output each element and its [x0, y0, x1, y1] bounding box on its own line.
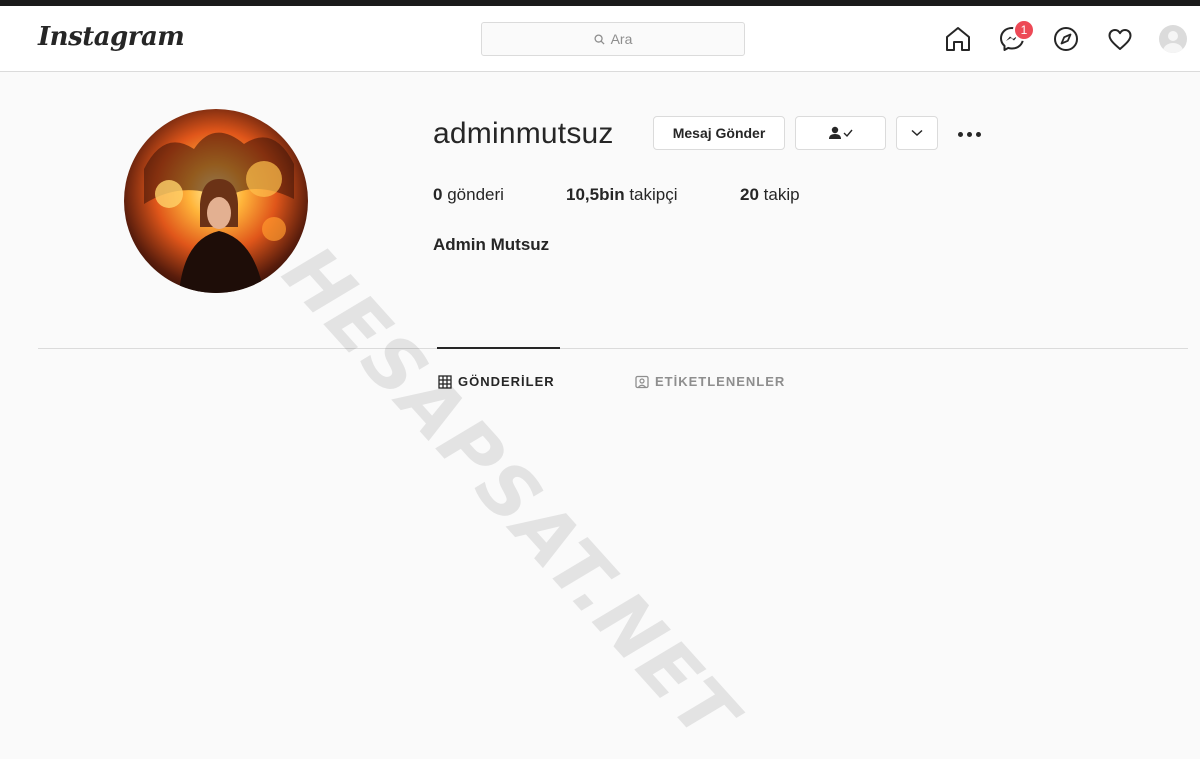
grid-icon	[438, 374, 452, 389]
active-tab-indicator	[437, 347, 560, 349]
following-button[interactable]	[795, 116, 886, 150]
explore-icon[interactable]	[1051, 24, 1081, 54]
tab-tagged-label: ETİKETLENENLER	[655, 374, 786, 389]
posts-count: 0	[433, 185, 443, 204]
followers-stat[interactable]: 10,5bin takipçi	[566, 185, 678, 205]
chevron-down-icon	[911, 129, 923, 137]
profile-picture	[124, 109, 308, 293]
suggestions-dropdown-button[interactable]	[896, 116, 938, 150]
tab-posts-label: GÖNDERİLER	[458, 374, 555, 389]
home-icon[interactable]	[943, 24, 973, 54]
instagram-logo[interactable]: Instagram	[38, 22, 185, 52]
profile-full-name: Admin Mutsuz	[433, 235, 550, 254]
more-options-icon[interactable]	[952, 119, 986, 149]
top-navbar: Instagram Ara 1	[0, 6, 1200, 72]
profile-avatar[interactable]	[1159, 25, 1187, 53]
tagged-user-icon	[635, 375, 649, 388]
following-count: 20	[740, 185, 759, 204]
search-placeholder: Ara	[610, 31, 633, 47]
activity-heart-icon[interactable]	[1105, 24, 1135, 54]
search-icon	[594, 33, 605, 45]
following-stat[interactable]: 20 takip	[740, 185, 800, 205]
followers-label: takipçi	[629, 185, 678, 204]
tabs-divider	[38, 348, 1188, 349]
message-button[interactable]: Mesaj Gönder	[653, 116, 785, 150]
followers-count: 10,5bin	[566, 185, 625, 204]
notification-badge: 1	[1013, 19, 1035, 41]
tab-posts[interactable]: GÖNDERİLER	[438, 374, 555, 389]
search-input[interactable]: Ara	[481, 22, 745, 56]
posts-stat: 0 gönderi	[433, 185, 504, 205]
posts-label: gönderi	[447, 185, 504, 204]
tab-tagged[interactable]: ETİKETLENENLER	[635, 374, 785, 389]
watermark-text: HESAPSAT.NET	[266, 230, 755, 759]
person-check-icon	[828, 126, 853, 139]
following-label: takip	[763, 185, 800, 204]
profile-username: adminmutsuz	[433, 117, 614, 150]
